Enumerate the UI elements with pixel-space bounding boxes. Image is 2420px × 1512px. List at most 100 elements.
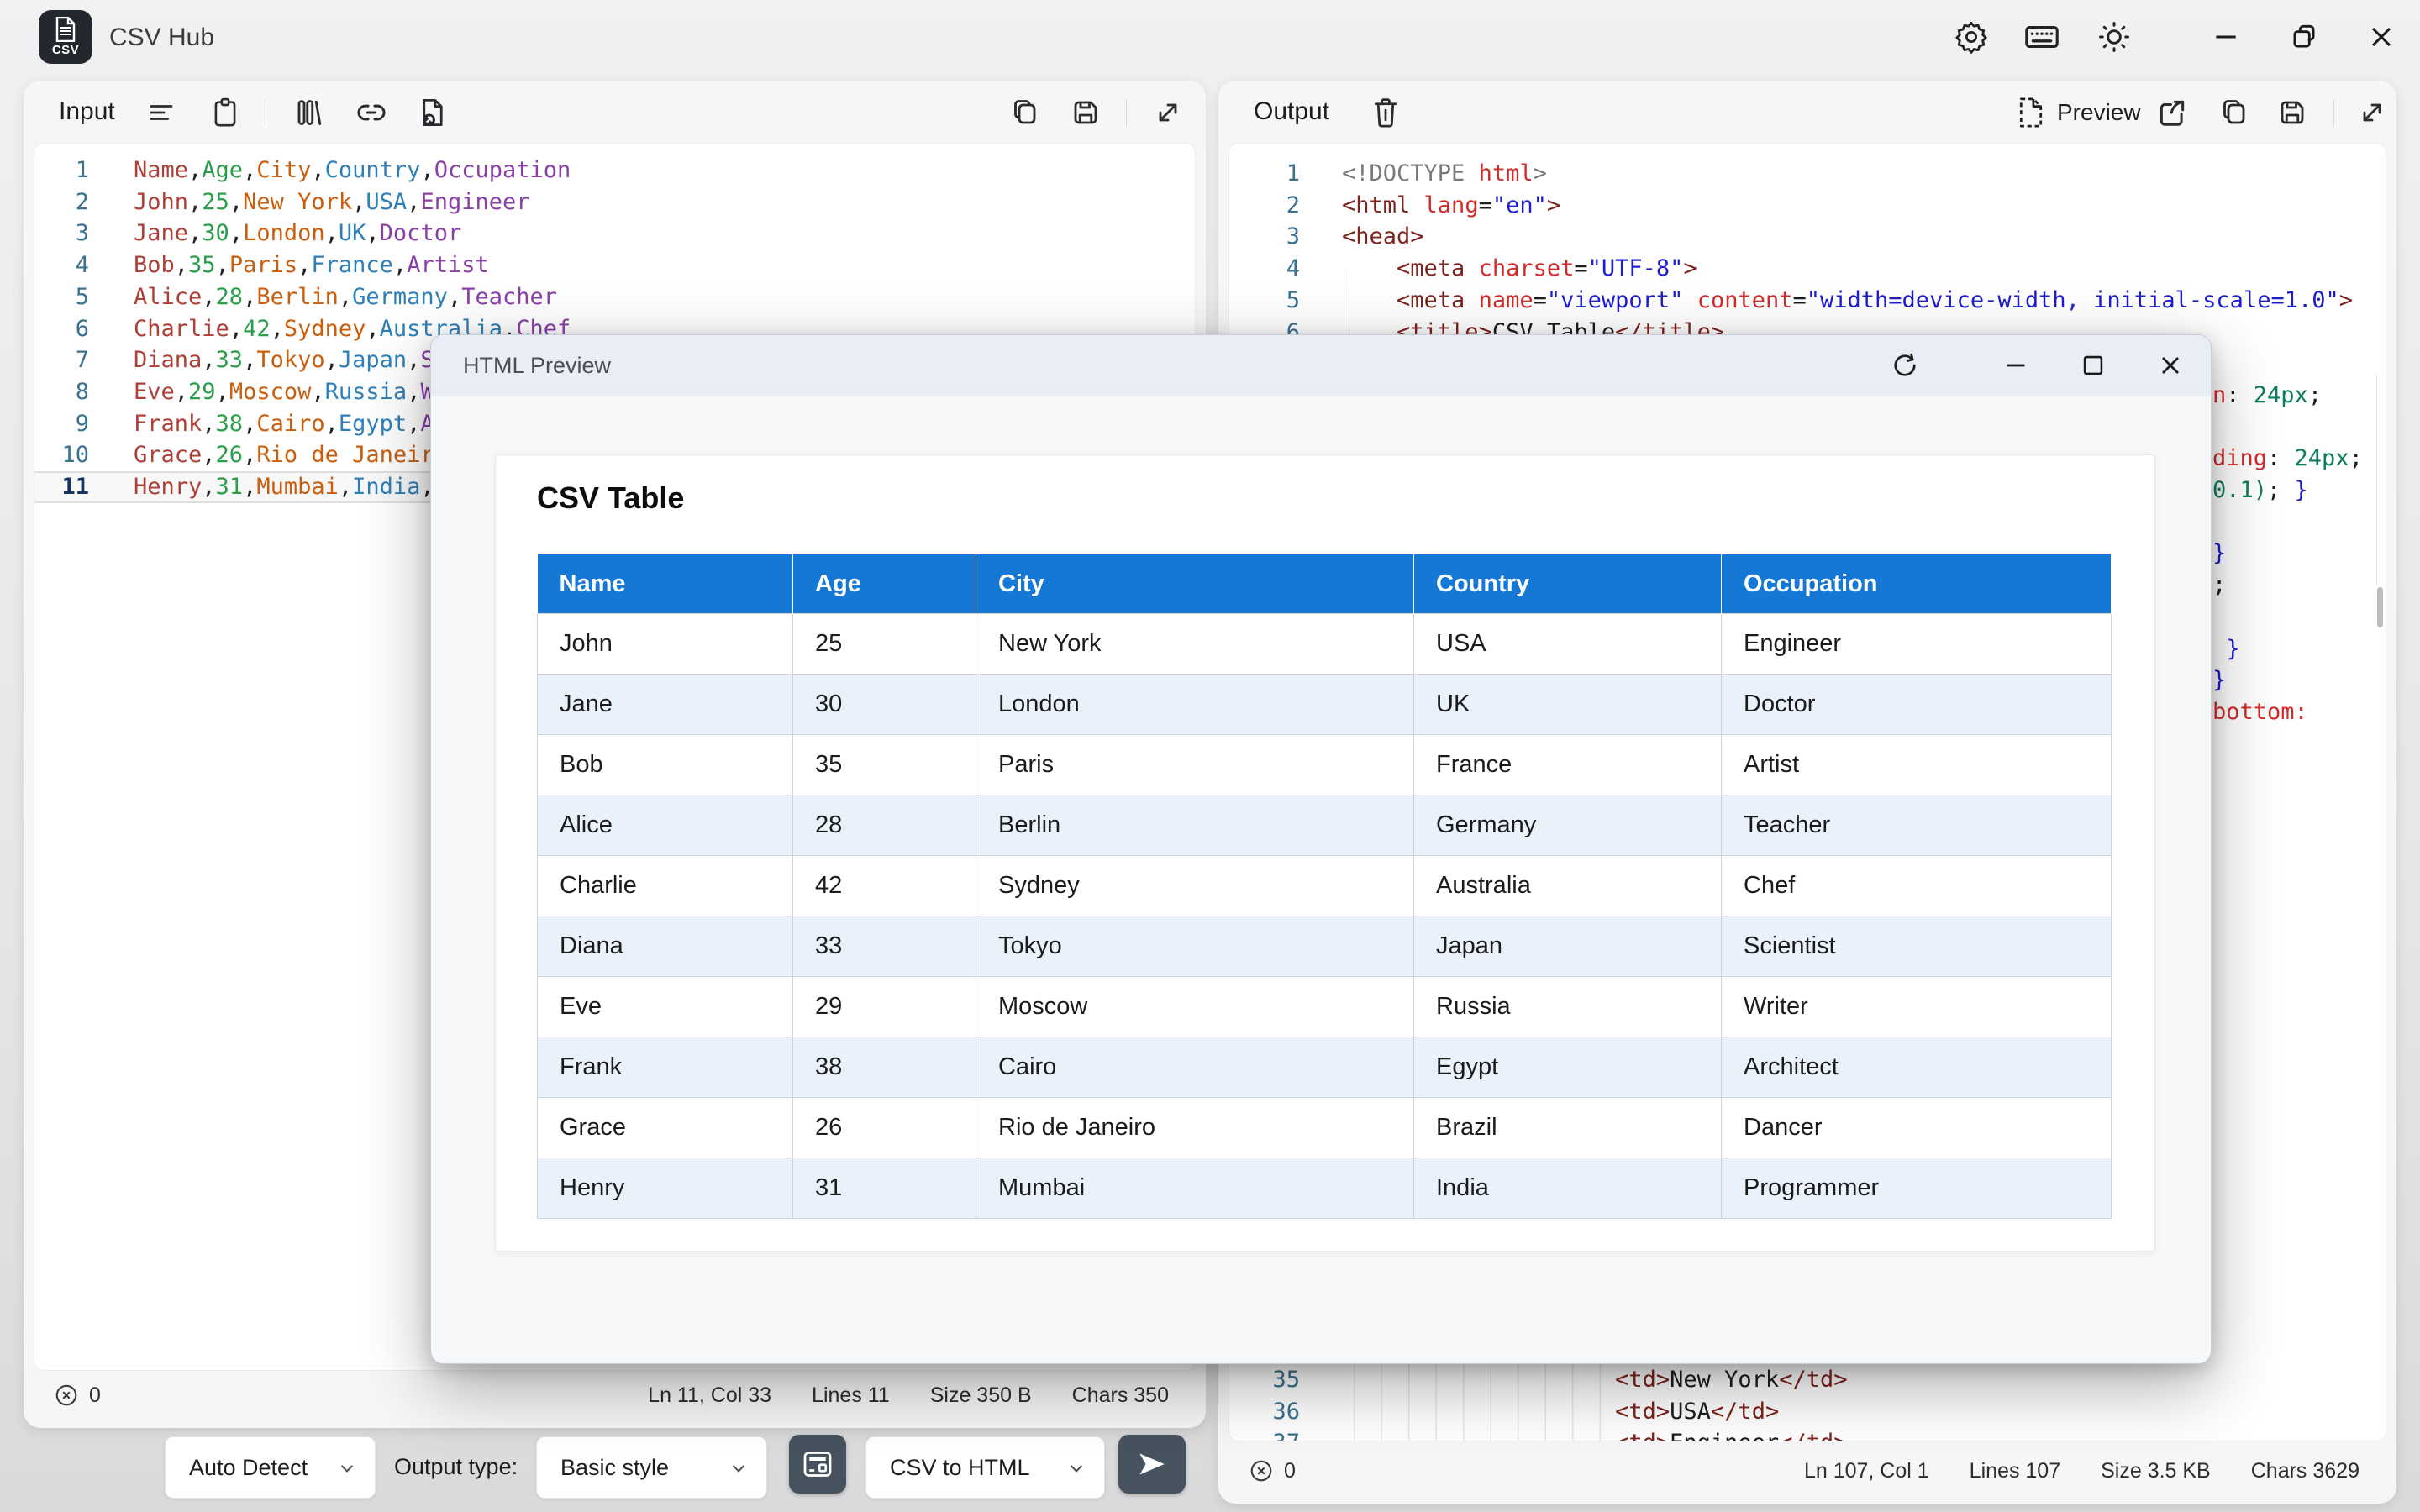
align-lines-icon[interactable] bbox=[142, 93, 181, 132]
table-cell: Berlin bbox=[976, 795, 1414, 856]
html-preview-window[interactable]: HTML Preview CSV Table NameAgeCityCountr… bbox=[430, 334, 2212, 1364]
table-cell: Paris bbox=[976, 735, 1414, 795]
keyboard-icon[interactable] bbox=[2022, 17, 2062, 57]
preview-file-icon bbox=[2017, 97, 2045, 129]
format-detect-select[interactable]: Auto Detect bbox=[165, 1436, 376, 1499]
layout-card-button[interactable] bbox=[789, 1435, 846, 1494]
close-icon[interactable] bbox=[2361, 17, 2402, 57]
table-row: Alice28BerlinGermanyTeacher bbox=[538, 795, 2112, 856]
code-fragment: } bbox=[2212, 538, 2226, 570]
line-number: 3 bbox=[34, 218, 89, 249]
save-icon[interactable] bbox=[1066, 93, 1105, 132]
table-cell: Russia bbox=[1414, 977, 1722, 1037]
close-icon[interactable] bbox=[2150, 345, 2191, 386]
refresh-icon[interactable] bbox=[1885, 345, 1925, 386]
table-cell: Diana bbox=[538, 916, 793, 977]
code-line[interactable]: 3<head> bbox=[1229, 221, 2386, 253]
table-row: Grace26Rio de JaneiroBrazilDancer bbox=[538, 1098, 2112, 1158]
style-select-value: Basic style bbox=[560, 1455, 669, 1481]
table-cell: Jane bbox=[538, 675, 793, 735]
chevron-down-icon bbox=[1065, 1457, 1087, 1478]
header-divider bbox=[1126, 99, 1127, 126]
expand-icon[interactable] bbox=[1149, 93, 1187, 132]
csv-line[interactable]: 1Name,Age,City,Country,Occupation bbox=[34, 155, 1195, 186]
table-row: Charlie42SydneyAustraliaChef bbox=[538, 856, 2112, 916]
table-cell: India bbox=[1414, 1158, 1722, 1219]
status-item: Lines 11 bbox=[812, 1383, 890, 1408]
code-fragment: 0.1); } bbox=[2212, 475, 2308, 507]
table-cell: Teacher bbox=[1722, 795, 2112, 856]
table-cell: Australia bbox=[1414, 856, 1722, 916]
code-line[interactable]: 5 <meta name="viewport" content="width=d… bbox=[1229, 285, 2386, 317]
save-icon[interactable] bbox=[2273, 93, 2312, 132]
table-cell: Henry bbox=[538, 1158, 793, 1219]
error-count-value: 0 bbox=[1284, 1459, 1296, 1483]
file-import-icon[interactable] bbox=[413, 93, 452, 132]
line-number: 10 bbox=[34, 439, 89, 471]
code-line[interactable]: 1<!DOCTYPE html> bbox=[1229, 158, 2386, 190]
preview-window-titlebar[interactable]: HTML Preview bbox=[431, 335, 2211, 396]
copy-icon[interactable] bbox=[2214, 93, 2253, 132]
trash-icon[interactable] bbox=[1366, 93, 1405, 132]
table-cell: Japan bbox=[1414, 916, 1722, 977]
error-count-value: 0 bbox=[89, 1383, 101, 1408]
table-cell: Frank bbox=[538, 1037, 793, 1098]
error-count: 0 bbox=[54, 1383, 101, 1408]
code-line[interactable]: 35 <td>New York</td> bbox=[1229, 1364, 2386, 1396]
table-cell: Eve bbox=[538, 977, 793, 1037]
csv-preview-table: NameAgeCityCountryOccupationJohn25New Yo… bbox=[537, 554, 2112, 1219]
table-cell: 28 bbox=[793, 795, 976, 856]
table-row: Diana33TokyoJapanScientist bbox=[538, 916, 2112, 977]
table-cell: Grace bbox=[538, 1098, 793, 1158]
line-number: 4 bbox=[1229, 253, 1300, 285]
app-title: CSV Hub bbox=[109, 0, 214, 76]
csv-line[interactable]: 3Jane,30,London,UK,Doctor bbox=[34, 218, 1195, 249]
table-header-cell: Country bbox=[1414, 554, 1722, 614]
style-select[interactable]: Basic style bbox=[536, 1436, 767, 1499]
code-line[interactable]: 2<html lang="en"> bbox=[1229, 190, 2386, 222]
line-number: 7 bbox=[34, 344, 89, 376]
minimize-icon[interactable] bbox=[1996, 345, 2036, 386]
table-row: Jane30LondonUKDoctor bbox=[538, 675, 2112, 735]
code-line[interactable]: 37 <td>Engineer</td> bbox=[1229, 1427, 2386, 1441]
header-divider bbox=[2333, 99, 2334, 126]
csv-line[interactable]: 5Alice,28,Berlin,Germany,Teacher bbox=[34, 281, 1195, 313]
chevron-down-icon bbox=[728, 1457, 750, 1478]
status-item: Ln 107, Col 1 bbox=[1804, 1459, 1929, 1483]
code-fragment: } bbox=[2212, 664, 2226, 696]
paste-icon[interactable] bbox=[206, 93, 245, 132]
share-icon[interactable] bbox=[2153, 93, 2191, 132]
link-icon[interactable] bbox=[352, 93, 391, 132]
table-header-cell: Occupation bbox=[1722, 554, 2112, 614]
settings-icon[interactable] bbox=[1951, 17, 1991, 57]
table-cell: 25 bbox=[793, 614, 976, 675]
code-line[interactable]: 36 <td>USA</td> bbox=[1229, 1396, 2386, 1428]
output-type-label: Output type: bbox=[394, 1436, 518, 1497]
table-cell: Scientist bbox=[1722, 916, 2112, 977]
copy-icon[interactable] bbox=[1005, 93, 1044, 132]
line-number: 35 bbox=[1229, 1364, 1300, 1396]
restore-icon[interactable] bbox=[2284, 17, 2324, 57]
conversion-select[interactable]: CSV to HTML bbox=[865, 1436, 1105, 1499]
output-statusbar: 0 Ln 107, Col 1Lines 107Size 3.5 KBChars… bbox=[1230, 1445, 2385, 1497]
code-line[interactable]: 4 <meta charset="UTF-8"> bbox=[1229, 253, 2386, 285]
minimize-icon[interactable] bbox=[2206, 17, 2246, 57]
columns-icon[interactable] bbox=[290, 93, 329, 132]
csv-line[interactable]: 2John,25,New York,USA,Engineer bbox=[34, 186, 1195, 218]
maximize-icon[interactable] bbox=[2073, 345, 2113, 386]
table-row: John25New YorkUSAEngineer bbox=[538, 614, 2112, 675]
csv-line[interactable]: 4Bob,35,Paris,France,Artist bbox=[34, 249, 1195, 281]
table-cell: 26 bbox=[793, 1098, 976, 1158]
table-header-row: NameAgeCityCountryOccupation bbox=[538, 554, 2112, 614]
convert-send-button[interactable] bbox=[1118, 1435, 1186, 1494]
table-cell: New York bbox=[976, 614, 1414, 675]
status-item: Size 3.5 KB bbox=[2101, 1459, 2211, 1483]
table-cell: 29 bbox=[793, 977, 976, 1037]
table-row: Henry31MumbaiIndiaProgrammer bbox=[538, 1158, 2112, 1219]
theme-light-icon[interactable] bbox=[2094, 17, 2134, 57]
layout-card-icon bbox=[801, 1449, 834, 1479]
scrollbar-thumb[interactable] bbox=[2377, 587, 2383, 627]
table-cell: Chef bbox=[1722, 856, 2112, 916]
expand-icon[interactable] bbox=[2353, 93, 2391, 132]
preview-button[interactable]: Preview bbox=[2017, 92, 2141, 134]
